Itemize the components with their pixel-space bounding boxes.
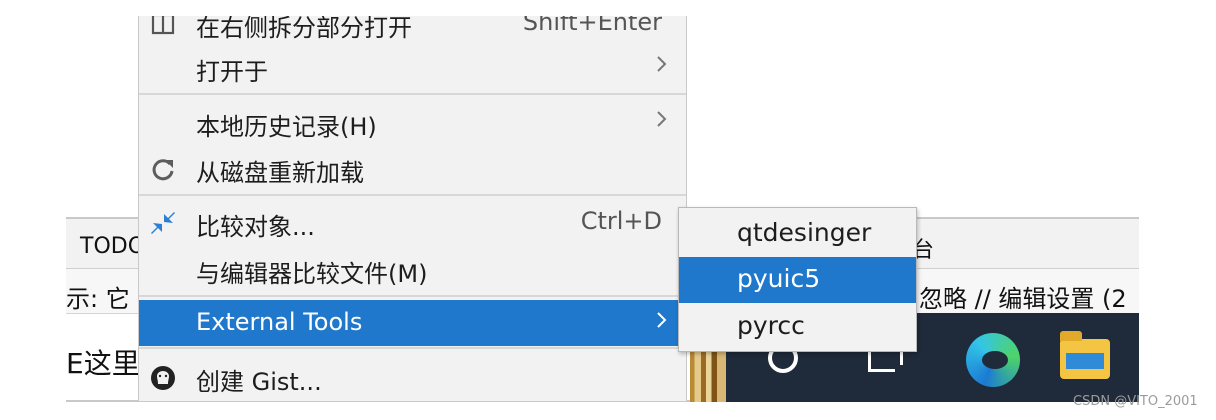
menu-item-external-tools[interactable]: External Tools xyxy=(139,300,686,346)
menu-item-shortcut: Shift+Enter xyxy=(522,16,662,36)
menu-item-label: 打开于 xyxy=(196,58,268,86)
github-icon xyxy=(151,366,175,390)
menu-item-compare-with[interactable]: 比较对象... Ctrl+D xyxy=(139,199,686,245)
menu-item-local-history[interactable]: 本地历史记录(H) xyxy=(139,99,686,145)
taskbar-thumbnail-icon[interactable] xyxy=(690,350,726,402)
chevron-right-icon xyxy=(657,312,667,328)
edge-browser-icon[interactable] xyxy=(966,333,1020,387)
tab-todo[interactable]: TODO xyxy=(80,234,145,259)
menu-item-compare-with-editor[interactable]: 与编辑器比较文件(M) xyxy=(139,246,686,292)
menu-separator xyxy=(139,93,686,95)
submenu-item-qtdesinger[interactable]: qtdesinger xyxy=(679,211,916,257)
chevron-right-icon xyxy=(657,111,667,127)
menu-separator xyxy=(139,295,686,297)
menu-item-open-in[interactable]: 打开于 xyxy=(139,44,686,90)
editor-text-fragment: E这里 xyxy=(66,347,140,380)
submenu-item-pyuic5[interactable]: pyuic5 xyxy=(679,257,916,303)
menu-item-open-right-split[interactable]: 在右侧拆分部分打开 Shift+Enter xyxy=(139,16,686,46)
submenu-item-label: pyuic5 xyxy=(737,264,821,293)
menu-item-label: 从磁盘重新加载 xyxy=(196,159,364,187)
split-right-icon xyxy=(151,16,175,35)
menu-separator xyxy=(139,194,686,196)
menu-item-shortcut: Ctrl+D xyxy=(580,207,662,235)
submenu-item-pyrcc[interactable]: pyrcc xyxy=(679,304,916,350)
menu-item-label: 创建 Gist... xyxy=(196,368,322,396)
menu-item-label: 在右侧拆分部分打开 xyxy=(196,16,412,42)
menu-item-label: 本地历史记录(H) xyxy=(196,113,377,141)
menu-item-label: External Tools xyxy=(196,308,363,336)
compare-arrows-icon xyxy=(151,212,175,234)
reload-icon xyxy=(152,159,174,181)
notification-text-right[interactable]: 忽略 // 编辑设置 (2 xyxy=(919,279,1127,314)
menu-separator xyxy=(139,347,686,349)
submenu-item-label: pyrcc xyxy=(737,311,805,340)
menu-item-create-gist[interactable]: 创建 Gist... xyxy=(139,354,686,400)
menu-item-label: 与编辑器比较文件(M) xyxy=(196,260,428,288)
external-tools-submenu: qtdesinger pyuic5 pyrcc xyxy=(678,207,917,352)
watermark-text: CSDN @VITO_2001 xyxy=(1073,394,1198,409)
notification-text-left: 示: 它 xyxy=(66,285,130,313)
menu-item-label: 比较对象... xyxy=(196,213,315,241)
menu-item-reload-from-disk[interactable]: 从磁盘重新加载 xyxy=(139,145,686,191)
context-menu: 在右侧拆分部分打开 Shift+Enter 打开于 本地历史记录(H) 从磁盘重… xyxy=(138,16,687,402)
submenu-item-label: qtdesinger xyxy=(737,218,872,247)
chevron-right-icon xyxy=(657,56,667,72)
file-explorer-icon[interactable] xyxy=(1060,331,1110,379)
